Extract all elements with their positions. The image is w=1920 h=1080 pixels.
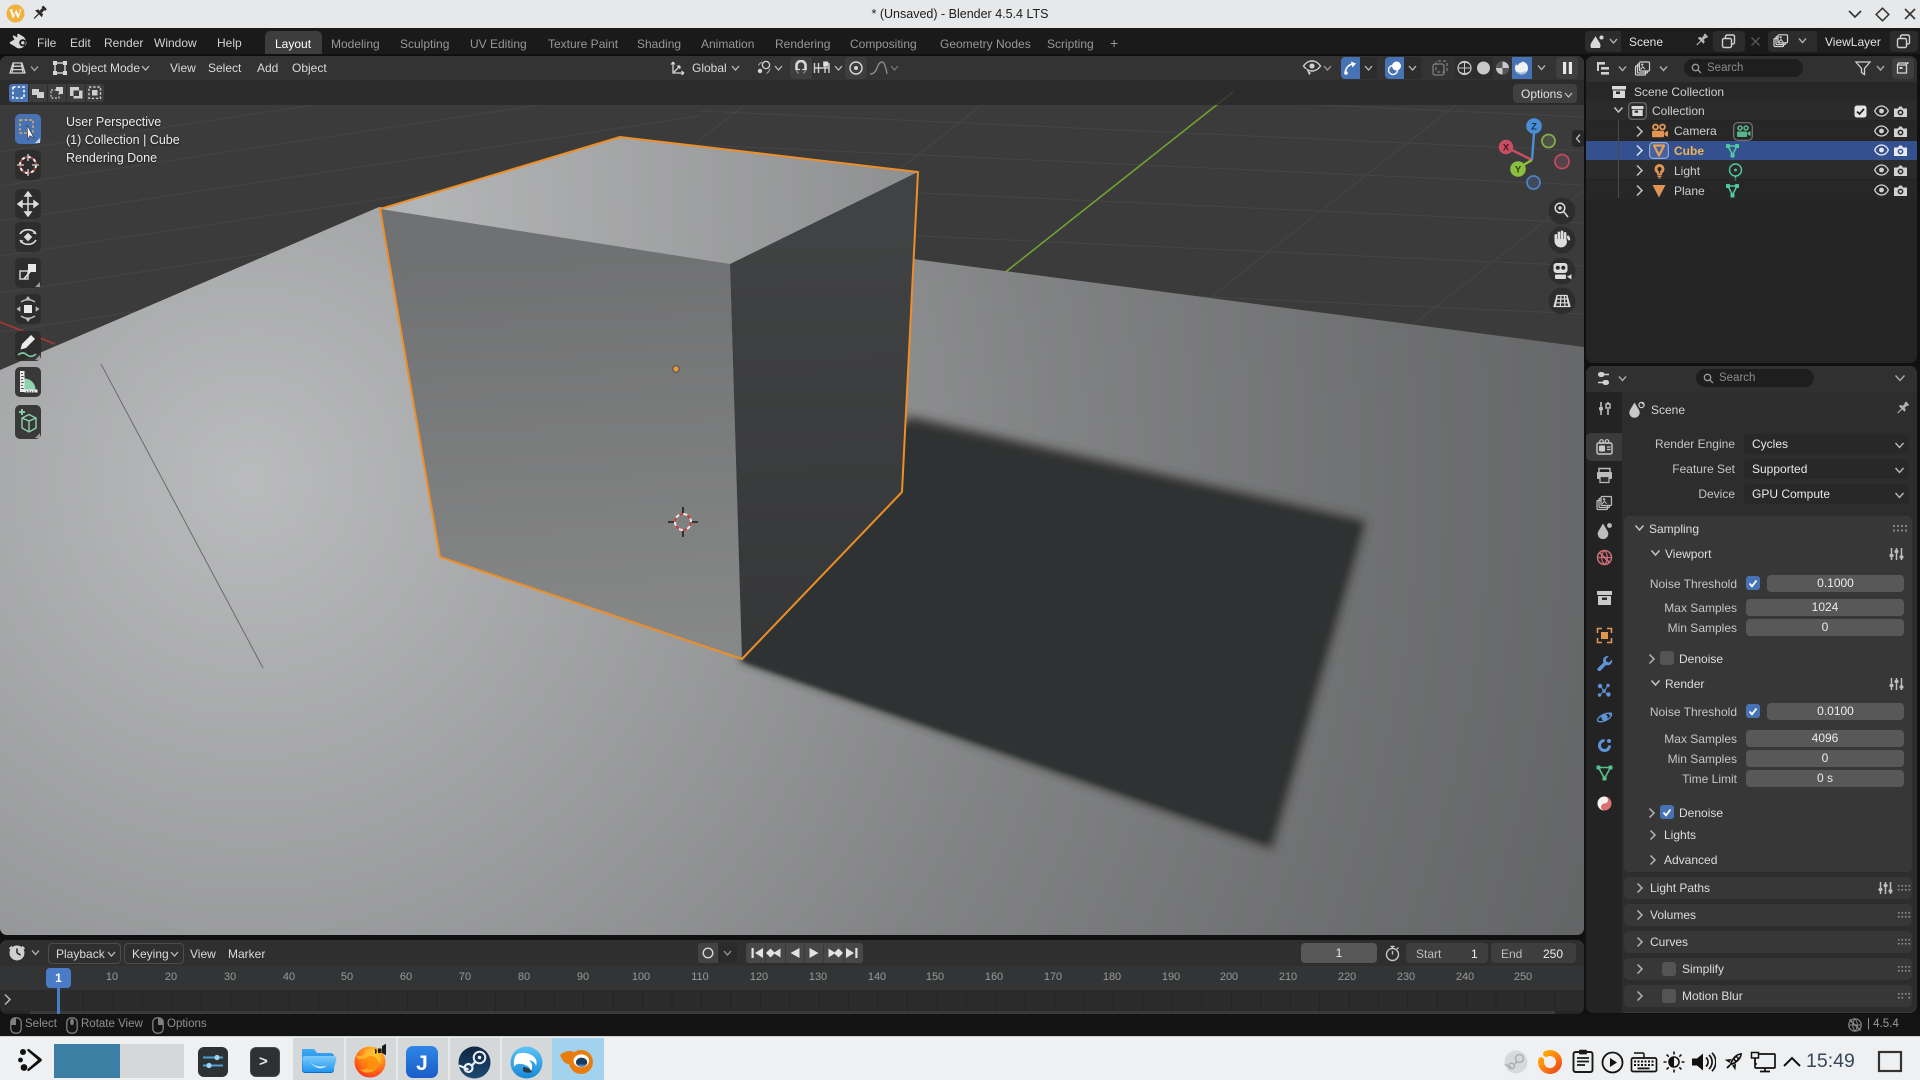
svg-text:J: J (416, 1052, 428, 1075)
svg-text:X: X (1503, 143, 1510, 154)
svg-text:Y: Y (1515, 165, 1522, 176)
svg-text:Z: Z (1531, 122, 1537, 133)
